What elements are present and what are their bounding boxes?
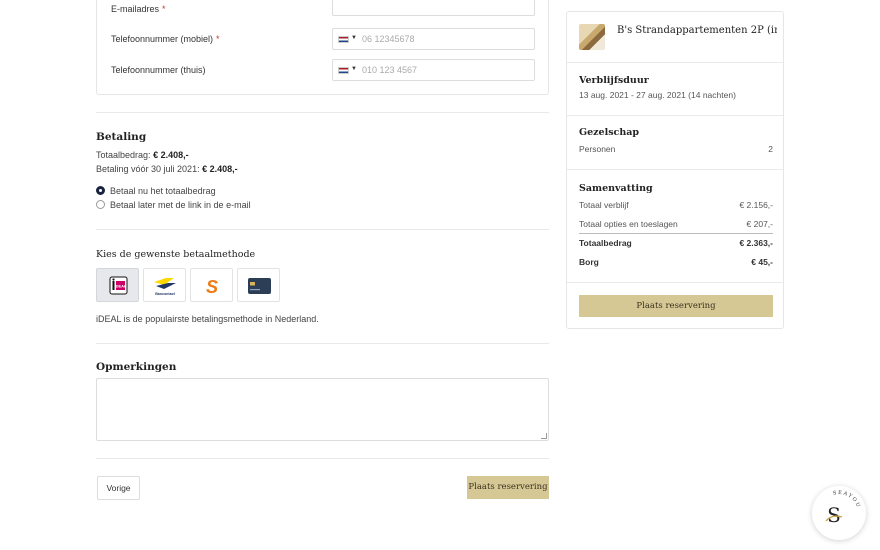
radio-pay-now[interactable]: [96, 186, 105, 195]
caret-down-icon[interactable]: ▼: [351, 66, 357, 72]
mobile-placeholder: 06 12345678: [362, 34, 415, 44]
credit-card-icon: [248, 278, 271, 294]
stay-dates: 13 aug. 2021 - 27 aug. 2021 (14 nachten): [579, 90, 736, 100]
resize-handle-icon[interactable]: [541, 433, 547, 439]
due-line: Betaling vóór 30 juli 2021: € 2.408,-: [96, 164, 238, 174]
home-label: Telefoonnummer (thuis): [111, 65, 206, 75]
payment-heading: Betaling: [96, 131, 147, 143]
method-creditcard-button[interactable]: [237, 268, 280, 302]
seayou-logo-icon: SEAYOU S: [825, 490, 860, 527]
place-reservation-button[interactable]: Plaats reservering: [467, 476, 549, 499]
mobile-label: Telefoonnummer (mobiel) *: [111, 34, 220, 44]
summary-place-reservation-button[interactable]: Plaats reservering: [579, 295, 773, 317]
company-heading: Gezelschap: [579, 127, 640, 138]
radio-pay-now-label[interactable]: Betaal nu het totaalbedrag: [110, 186, 216, 196]
sofort-logo-text: S: [206, 277, 218, 297]
radio-pay-later-label[interactable]: Betaal later met de link in de e-mail: [110, 200, 251, 210]
divider: [567, 282, 783, 283]
contact-card: E-mailadres * Telefoonnummer (mobiel) * ▼ …: [96, 0, 549, 95]
divider: [96, 343, 549, 344]
bancontact-logo-text: Bancontact: [155, 292, 175, 296]
caret-down-icon[interactable]: ▼: [351, 35, 357, 41]
home-phone-field[interactable]: ▼ 010 123 4567: [332, 59, 535, 81]
summary-heading: Samenvatting: [579, 183, 653, 194]
prev-button[interactable]: Vorige: [97, 476, 140, 500]
property-title: B's Strandappartementen 2P (incl...: [617, 25, 777, 36]
ideal-logo-icon: iDEAL: [109, 276, 128, 295]
method-heading: Kies de gewenste betaalmethode: [96, 249, 256, 260]
method-ideal-button[interactable]: iDEAL: [96, 268, 139, 302]
divider: [96, 229, 549, 230]
total-line: Totaalbedrag: € 2.408,-: [96, 150, 189, 160]
remarks-textarea[interactable]: [96, 378, 549, 441]
email-label: E-mailadres *: [111, 4, 166, 14]
divider: [567, 169, 783, 170]
method-bancontact-button[interactable]: Bancontact: [143, 268, 186, 302]
bancontact-logo-icon: Bancontact: [154, 278, 176, 296]
divider: [96, 458, 549, 459]
total-rule: [579, 233, 773, 234]
summary-row-deposit: Borg € 45,-: [579, 257, 773, 267]
divider: [567, 115, 783, 116]
property-thumbnail: [579, 24, 605, 50]
logo-letter: S: [827, 503, 841, 527]
persons-row: Personen 2: [579, 144, 773, 154]
stay-heading: Verblijfsduur: [579, 75, 649, 86]
ideal-logo-text: iDEAL: [115, 284, 128, 289]
email-field[interactable]: [332, 0, 535, 16]
remarks-heading: Opmerkingen: [96, 361, 177, 373]
method-description: iDEAL is de populairste betalingsmethode…: [96, 314, 319, 324]
nl-flag-icon[interactable]: [338, 36, 349, 43]
summary-card: B's Strandappartementen 2P (incl... Verb…: [566, 11, 784, 329]
summary-row-total: Totaalbedrag € 2.363,-: [579, 238, 773, 248]
brand-logo[interactable]: SEAYOU S: [812, 486, 866, 540]
nl-flag-icon[interactable]: [338, 67, 349, 74]
home-placeholder: 010 123 4567: [362, 65, 418, 75]
radio-pay-later[interactable]: [96, 200, 105, 209]
divider: [96, 112, 549, 113]
summary-row: Totaal verblijf € 2.156,-: [579, 200, 773, 210]
mobile-phone-field[interactable]: ▼ 06 12345678: [332, 28, 535, 50]
summary-row: Totaal opties en toeslagen € 207,-: [579, 219, 773, 229]
method-sofort-button[interactable]: S: [190, 268, 233, 302]
sofort-logo-icon: S: [206, 277, 218, 297]
divider: [567, 62, 783, 63]
